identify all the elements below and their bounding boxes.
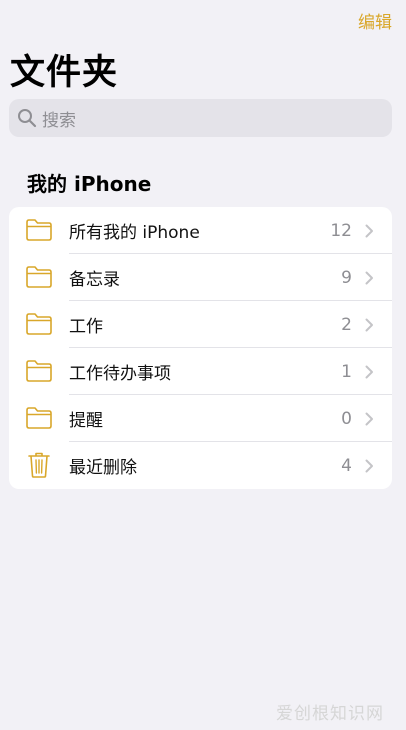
search-placeholder: 搜索 [42, 110, 76, 131]
chevron-right-icon [365, 412, 373, 426]
folder-count: 2 [341, 314, 352, 335]
folder-icon [25, 405, 53, 431]
edit-button[interactable]: 编辑 [358, 8, 392, 33]
folder-row-recently-deleted[interactable]: 最近删除 4 [9, 442, 392, 489]
watermark: 爱创根知识网 [276, 704, 384, 724]
chevron-right-icon [365, 459, 373, 473]
folder-row-all-iphone[interactable]: 所有我的 iPhone 12 [9, 207, 392, 254]
folder-icon [25, 217, 53, 243]
folder-label: 工作待办事项 [69, 364, 171, 384]
chevron-right-icon [365, 318, 373, 332]
section-title: 我的 iPhone [27, 172, 152, 196]
folder-label: 所有我的 iPhone [69, 223, 200, 243]
chevron-right-icon [365, 271, 373, 285]
folder-row-work-todo[interactable]: 工作待办事项 1 [9, 348, 392, 395]
folder-label: 工作 [69, 317, 103, 337]
search-icon [17, 108, 37, 128]
folder-icon [25, 358, 53, 384]
folder-label: 备忘录 [69, 270, 120, 290]
folder-count: 9 [341, 267, 352, 288]
trash-icon [25, 452, 53, 478]
folder-icon [25, 264, 53, 290]
folder-label: 提醒 [69, 411, 103, 431]
folder-count: 12 [330, 220, 352, 241]
chevron-right-icon [365, 365, 373, 379]
folder-count: 4 [341, 455, 352, 476]
folder-label: 最近删除 [69, 458, 137, 478]
folder-row-reminders[interactable]: 提醒 0 [9, 395, 392, 442]
folder-row-work[interactable]: 工作 2 [9, 301, 392, 348]
page-title: 文件夹 [10, 53, 119, 93]
folder-icon [25, 311, 53, 337]
folder-count: 1 [341, 361, 352, 382]
folder-count: 0 [341, 408, 352, 429]
search-field[interactable]: 搜索 [9, 99, 392, 137]
folder-row-notes[interactable]: 备忘录 9 [9, 254, 392, 301]
folder-list: 所有我的 iPhone 12 备忘录 9 工作 2 工作待办事项 1 提醒 0 … [9, 207, 392, 489]
chevron-right-icon [365, 224, 373, 238]
